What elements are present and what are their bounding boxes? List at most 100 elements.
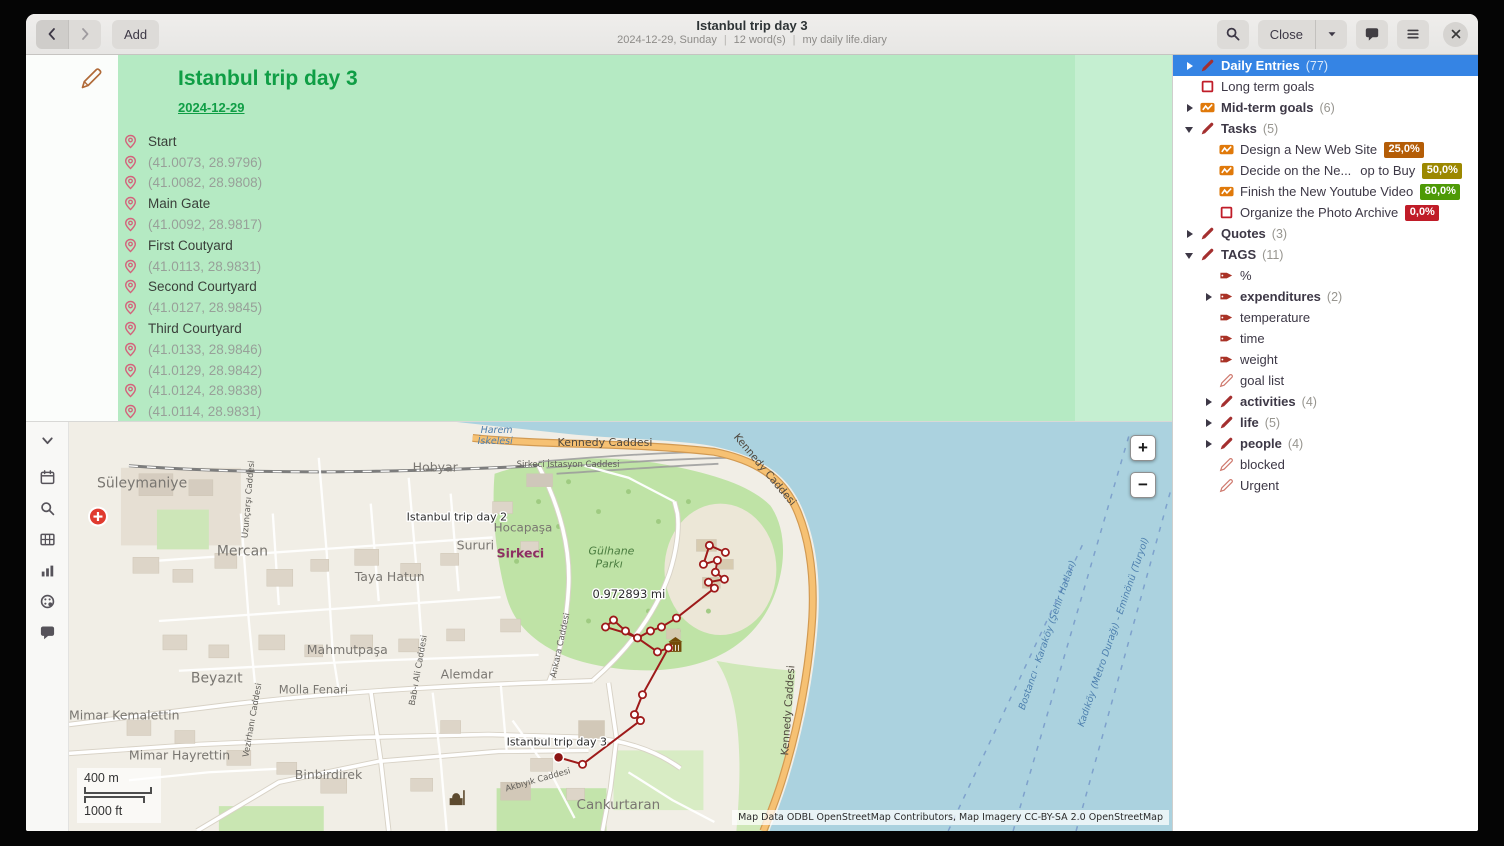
location-pin-icon [123, 217, 138, 232]
expander-right-icon[interactable] [1183, 101, 1196, 114]
location-pin-icon [123, 342, 138, 357]
tree-item-label: Tasks [1221, 121, 1257, 136]
forward-icon [77, 26, 93, 42]
tree-item-mid-term-goals[interactable]: Mid-term goals(6) [1173, 97, 1478, 118]
expander-right-icon[interactable] [1202, 395, 1215, 408]
poi-plus-marker[interactable] [89, 508, 107, 526]
panel-toggle-palette[interactable] [32, 590, 62, 613]
progress-icon [1219, 163, 1234, 178]
window-close-button[interactable] [1443, 22, 1468, 47]
search-button[interactable] [1217, 20, 1249, 49]
tree-item-people[interactable]: people(4) [1173, 433, 1478, 454]
tree-item-label: people [1240, 436, 1282, 451]
close-entry-button[interactable]: Close [1258, 20, 1315, 49]
tree-item-urgent[interactable]: Urgent [1173, 475, 1478, 496]
tree-item-percent[interactable]: % [1173, 265, 1478, 286]
menu-button[interactable] [1397, 20, 1429, 49]
map-view[interactable]: HaremİskelesiKennedy CaddesiSirkeci İsta… [69, 422, 1172, 831]
tree-item-quotes[interactable]: Quotes(3) [1173, 223, 1478, 244]
pencil-icon [1219, 394, 1234, 409]
tree-item-tags[interactable]: TAGS (11) [1173, 244, 1478, 265]
pencil-icon [1219, 415, 1234, 430]
tree-item-daily-entries[interactable]: Daily Entries (77) [1173, 55, 1478, 76]
tree-item-activities[interactable]: activities(4) [1173, 391, 1478, 412]
map-zoom-out-button[interactable]: − [1130, 472, 1156, 498]
sidebar-tree: Daily Entries (77) Long term goalsMid-term… [1172, 55, 1478, 831]
map-canvas[interactable]: HaremİskelesiKennedy CaddesiSirkeci İsta… [69, 422, 1172, 831]
tree-item-life[interactable]: life(5) [1173, 412, 1478, 433]
map-zoom-in-button[interactable]: + [1130, 435, 1156, 461]
subtitle-separator: | [793, 34, 796, 46]
back-button[interactable] [36, 20, 68, 49]
panel-toggle-comment[interactable] [32, 621, 62, 644]
tree-item-count: (6) [1319, 101, 1334, 115]
map-attribution: Map Data ODBL OpenStreetMap Contributors… [732, 810, 1169, 825]
editor-body[interactable]: Istanbul trip day 3 2024-12-29 Start(41.… [118, 55, 1172, 421]
forward-button[interactable] [68, 20, 101, 49]
tree-item-organize-the-photo-archive[interactable]: Organize the Photo Archive0,0% [1173, 202, 1478, 223]
location-pin-icon [123, 279, 138, 294]
pencil-icon [1200, 247, 1215, 262]
collapse-panel-button[interactable] [32, 429, 62, 452]
subtitle-separator: | [724, 34, 727, 46]
expander-right-icon[interactable] [1183, 227, 1196, 240]
map-label: Beyazıt [191, 671, 243, 687]
entry-line: (41.0073, 28.9796) [118, 152, 1072, 173]
map-label: Mimar Hayrettin [129, 747, 230, 762]
expander-right-icon[interactable] [1202, 416, 1215, 429]
tag-icon [1219, 310, 1234, 325]
map-zoom-controls: + − [1130, 435, 1156, 498]
bookmark-button[interactable] [1356, 20, 1388, 49]
panel-toggle-chart[interactable] [32, 559, 62, 582]
expander-right-icon[interactable] [1202, 437, 1215, 450]
tree-item-temperature[interactable]: temperature [1173, 307, 1478, 328]
expander-right-icon[interactable] [1183, 59, 1196, 72]
add-button[interactable]: Add [112, 20, 159, 49]
panel-toggle-calendar[interactable] [32, 466, 62, 489]
tree-item-long-term-goals[interactable]: Long term goals [1173, 76, 1478, 97]
tree-item-count: (11) [1262, 248, 1283, 262]
diary-editor[interactable]: Istanbul trip day 3 2024-12-29 Start(41.… [26, 55, 1172, 421]
expander-down-icon[interactable] [1183, 248, 1196, 261]
entry-line: Third Courtyard [118, 318, 1072, 339]
expander-spacer [1202, 269, 1215, 282]
tree-item-goal-list[interactable]: goal list [1173, 370, 1478, 391]
tree-item-label: activities [1240, 394, 1296, 409]
tree-item-blocked[interactable]: blocked [1173, 454, 1478, 475]
calendar-icon [39, 469, 56, 486]
tree-item-label: Urgent [1240, 478, 1279, 493]
tree-item-decide-on-the-ne[interactable]: Decide on the Ne...op to Buy50,0% [1173, 160, 1478, 181]
tree-item-tasks[interactable]: Tasks(5) [1173, 118, 1478, 139]
expander-spacer [1202, 185, 1215, 198]
tree-item-time[interactable]: time [1173, 328, 1478, 349]
tree-item-weight[interactable]: weight [1173, 349, 1478, 370]
panel-toggle-search[interactable] [32, 497, 62, 520]
close-entry-dropdown[interactable] [1315, 20, 1347, 49]
expander-spacer [1202, 143, 1215, 156]
pencil-icon [1219, 436, 1234, 451]
tag-icon [1219, 331, 1234, 346]
tree-item-label: Daily Entries [1221, 58, 1300, 73]
expander-down-icon[interactable] [1183, 122, 1196, 135]
entry-line: Second Courtyard [118, 277, 1072, 298]
entry-date-link[interactable]: 2024-12-29 [178, 100, 245, 115]
tree-item-expenditures[interactable]: expenditures(2) [1173, 286, 1478, 307]
map-label: Gülhane [589, 544, 635, 557]
expander-spacer [1202, 458, 1215, 471]
panel-toggle-table[interactable] [32, 528, 62, 551]
progress-badge: 25,0% [1384, 142, 1424, 158]
tree-item-label: Finish the New Youtube Video [1240, 184, 1413, 199]
tree-item-design-a-new-web-site[interactable]: Design a New Web Site 25,0% [1173, 139, 1478, 160]
expander-right-icon[interactable] [1202, 290, 1215, 303]
table-icon [39, 531, 56, 548]
entry-line: (41.0133, 28.9846) [118, 339, 1072, 360]
tree-item-finish-the-new-youtube-video[interactable]: Finish the New Youtube Video80,0% [1173, 181, 1478, 202]
tree-item-label: Design a New Web Site [1240, 142, 1377, 157]
tree-item-count: (77) [1306, 59, 1328, 73]
tree-item-label: TAGS [1221, 247, 1256, 262]
close-entry-group: Close [1258, 20, 1347, 49]
entry-text: (41.0113, 28.9831) [148, 259, 261, 274]
location-pin-icon [123, 196, 138, 211]
entry-text: (41.0127, 28.9845) [148, 300, 262, 315]
entry-text: (41.0114, 28.9831) [148, 404, 261, 419]
